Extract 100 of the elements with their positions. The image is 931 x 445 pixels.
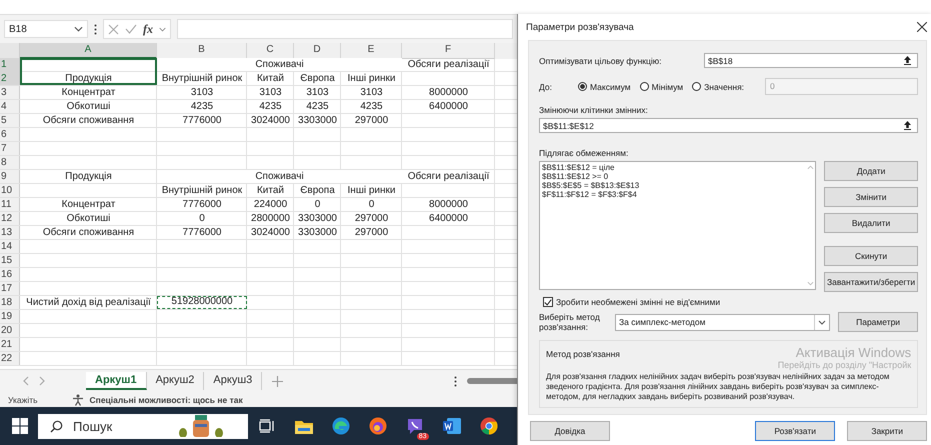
table-cell-text: 297000 (354, 212, 390, 225)
radio-indicator[interactable] (578, 82, 587, 91)
row-header[interactable]: 18 (0, 296, 20, 309)
variables-label: Змінюючи клітинки змінних: (539, 105, 649, 115)
constraint-item[interactable]: $B$11:$E$12 >= 0 (542, 172, 803, 181)
dialog-button[interactable]: Розв'язати (755, 421, 836, 441)
table-cell-text: 8000000 (428, 86, 469, 99)
name-box[interactable]: B18 (4, 20, 88, 38)
constraint-item[interactable]: $F$11:$F$12 = $F$3:$F$4 (542, 190, 803, 199)
browser-icon[interactable] (368, 417, 386, 435)
row-header[interactable]: 8 (0, 156, 20, 169)
table-cell-text: 6400000 (428, 212, 469, 225)
row-header[interactable]: 16 (0, 268, 20, 281)
dialog-button[interactable]: Додати (824, 161, 918, 181)
table-cell-text: Європа (299, 184, 336, 197)
task-view-icon[interactable] (258, 419, 274, 433)
chevron-down-icon[interactable] (159, 26, 166, 32)
table-cell-text: 0 (198, 212, 206, 225)
formula-field[interactable] (177, 19, 513, 39)
dialog-button[interactable]: Закрити (847, 421, 928, 441)
row-header[interactable]: 20 (0, 324, 20, 337)
row-header[interactable]: 10 (0, 184, 20, 197)
dialog-button[interactable]: Видалити (824, 213, 918, 233)
constraint-item[interactable]: $B$11:$E$12 = ціле (542, 163, 803, 172)
table-cell-text: 3024000 (250, 226, 291, 239)
column-header[interactable]: F (402, 43, 495, 59)
browser-icon[interactable] (332, 417, 350, 435)
collapse-dialog-icon[interactable] (903, 56, 912, 65)
variables-field[interactable]: $B$11:$E$12 (539, 118, 918, 133)
table-cell-text: 3103 (359, 86, 384, 99)
status-text: Укажіть (8, 394, 38, 404)
table-cell-text: Обсяги споживання (42, 226, 136, 239)
check-icon[interactable] (125, 24, 137, 34)
dialog-button[interactable]: Змінити (824, 187, 918, 207)
method-label: Виберіть метод розв'язання: (539, 312, 601, 332)
table-cell-text: 7776000 (182, 198, 222, 211)
accessibility-status[interactable]: Спеціальні можливості: щось не так (90, 394, 243, 404)
row-header[interactable]: 12 (0, 212, 20, 225)
table-cell-text: 3024000 (250, 114, 291, 127)
row-header[interactable]: 17 (0, 282, 20, 295)
dialog-button[interactable]: Скинути (824, 246, 918, 266)
nonnegative-checkbox[interactable]: Зробити необмежені змінні не від'ємними (543, 297, 918, 307)
sheet-tab[interactable]: Аркуш1 (86, 372, 147, 390)
more-icon[interactable] (94, 24, 97, 34)
row-header[interactable]: 11 (0, 198, 20, 211)
row-header[interactable]: 3 (0, 86, 20, 99)
radio-indicator[interactable] (692, 82, 702, 91)
row-header[interactable]: 22 (0, 352, 20, 365)
target-radio[interactable]: Значення: (692, 82, 744, 92)
table-cell-text: Інші ринки (346, 184, 396, 197)
method-dropdown[interactable]: За симплекс-методом (615, 314, 830, 330)
objective-field[interactable]: $B$18 (704, 53, 918, 68)
insert-function-button[interactable]: fx (143, 22, 153, 36)
radio-indicator[interactable] (640, 82, 649, 91)
row-header[interactable]: 21 (0, 338, 20, 351)
chat-bubble-icon[interactable] (406, 417, 424, 435)
table-cell-text: 3303000 (297, 226, 338, 239)
row-header[interactable]: 5 (0, 114, 20, 127)
row-header[interactable]: 15 (0, 254, 20, 267)
add-icon[interactable] (272, 376, 284, 386)
row-header[interactable]: 2 (0, 72, 20, 85)
table-cell-text: Китай (256, 72, 286, 85)
row-header[interactable]: 1 (0, 58, 20, 72)
table-cell-text: 6400000 (428, 100, 469, 113)
close-icon[interactable] (917, 22, 928, 32)
chevron-down-icon[interactable] (74, 26, 83, 32)
sheet-tab[interactable]: Аркуш3 (204, 372, 262, 390)
search-input[interactable]: Пошук (71, 418, 155, 434)
table-cell-text: Обсяги реалізації (406, 58, 490, 71)
sheet-tab[interactable]: Аркуш2 (146, 372, 204, 390)
row-header[interactable]: 14 (0, 240, 20, 253)
row-header[interactable]: 6 (0, 128, 20, 141)
row-header[interactable]: 7 (0, 142, 20, 155)
table-cell-text: 3103 (305, 86, 330, 99)
collapse-dialog-icon[interactable] (903, 121, 912, 130)
browser-icon[interactable] (480, 417, 498, 435)
accessibility-icon[interactable] (72, 394, 84, 406)
table-cell-text: 3303000 (297, 114, 338, 127)
search-box[interactable]: Пошук (38, 414, 248, 438)
table-cell: Споживачі (157, 58, 402, 71)
constraint-item[interactable]: $B$5:$E$5 = $B$13:$E$13 (542, 181, 803, 190)
options-button[interactable]: Параметри (838, 312, 918, 332)
row-header[interactable]: 19 (0, 310, 20, 323)
row-header[interactable]: 13 (0, 226, 20, 239)
dialog-button[interactable]: Довідка (530, 421, 610, 441)
row-header[interactable]: 9 (0, 170, 20, 183)
dialog-button[interactable]: Завантажити/зберегти (824, 272, 918, 292)
target-radio[interactable]: Мінімум (640, 82, 684, 92)
document-app-icon[interactable] (442, 418, 460, 434)
table-cell-text: Продукція (64, 170, 113, 183)
row-header[interactable]: 4 (0, 100, 20, 113)
table-cell-text: 0 (368, 198, 376, 211)
windows-logo-icon[interactable] (12, 418, 28, 434)
column-header[interactable]: A (20, 43, 157, 59)
more-icon[interactable] (454, 376, 457, 386)
folder-icon[interactable] (294, 418, 312, 434)
target-radio[interactable]: Максимум (578, 82, 631, 92)
constraints-list[interactable]: $B$11:$E$12 = ціле $B$11:$E$12 >= 0 $B$5:$E$5 = $B$13:$E$13 $F$11:$F$12 = $F$3:$F$4 (539, 161, 816, 290)
search-icon (50, 420, 63, 432)
horizontal-scrollbar[interactable] (467, 378, 517, 384)
